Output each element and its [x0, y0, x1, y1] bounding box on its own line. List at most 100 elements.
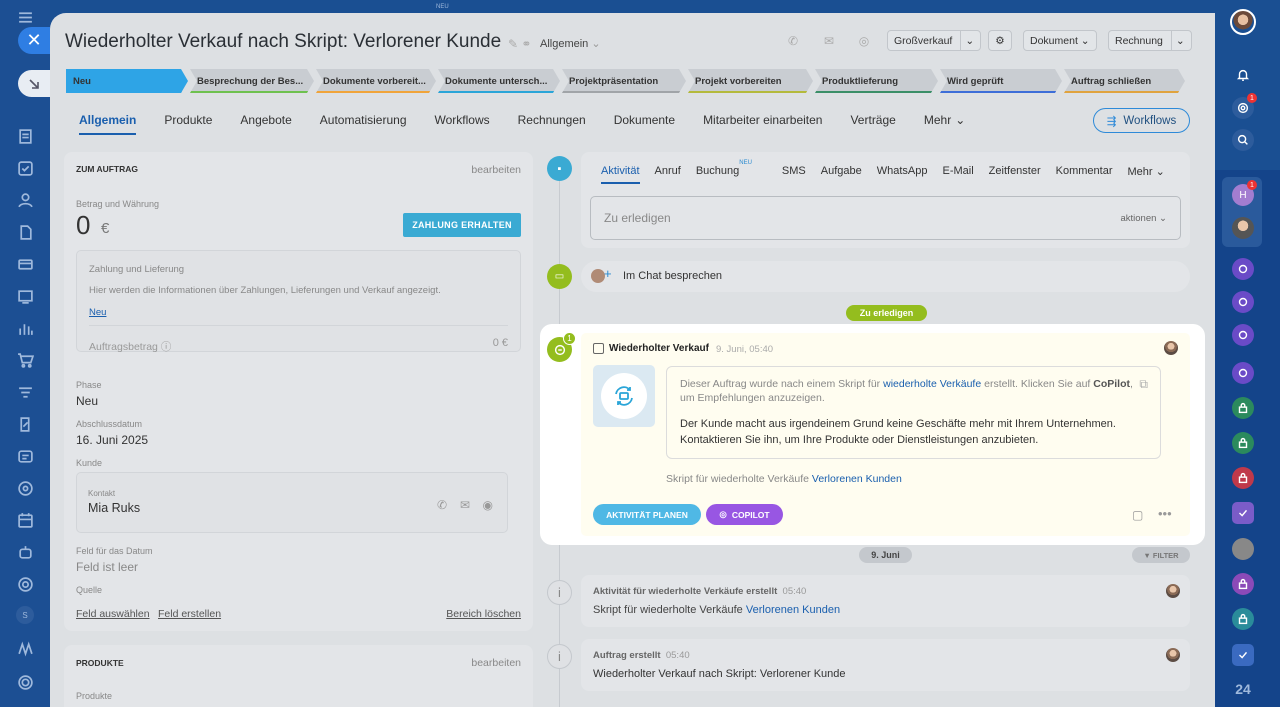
activity-tab-aktivität[interactable]: Aktivität — [601, 165, 640, 184]
market-icon[interactable] — [14, 637, 36, 659]
payments-icon[interactable] — [14, 253, 36, 275]
todo-actions[interactable]: aktionen ⌄ — [1120, 213, 1167, 224]
document-button[interactable]: Dokument ⌄ — [1023, 30, 1097, 51]
payment-new-link[interactable]: Neu — [89, 307, 106, 318]
chat-copilot-icon-1[interactable] — [1232, 258, 1254, 280]
activity-checkbox[interactable] — [593, 343, 604, 354]
tab-mitarbeiter-einarbeiten[interactable]: Mitarbeiter einarbeiten — [703, 113, 822, 135]
activity-tab-whatsapp[interactable]: WhatsApp — [877, 165, 928, 184]
drive-icon[interactable] — [14, 477, 36, 499]
activity-tab-aufgabe[interactable]: Aufgabe — [821, 165, 862, 184]
stage-8[interactable]: Wird geprüft — [940, 69, 1062, 93]
calendar-icon[interactable] — [14, 509, 36, 531]
activity-tab-buchung[interactable]: BuchungNEU — [696, 160, 767, 184]
mail-icon[interactable]: ✉ — [817, 30, 841, 51]
user-avatar[interactable] — [1230, 9, 1256, 35]
copy-icon[interactable]: ⧉ — [1139, 377, 1148, 392]
activity-tab-e-mail[interactable]: E-Mail — [943, 165, 974, 184]
chat-copilot-icon-4[interactable] — [1232, 362, 1254, 384]
tab-workflows[interactable]: Workflows — [435, 113, 490, 135]
chat-lock-icon-3[interactable] — [1232, 467, 1254, 489]
chat-check-icon-1[interactable] — [1232, 502, 1254, 524]
activity-tab-anruf[interactable]: Anruf — [655, 165, 681, 184]
repeat-sales-link[interactable]: wiederholte Verkäufe — [883, 378, 981, 390]
chat-lock-icon-4[interactable] — [1232, 573, 1254, 595]
edit-title-icon[interactable]: ✎ ⚭ — [508, 37, 531, 51]
chat-avatar-gray[interactable] — [1232, 538, 1254, 560]
tab-mehr[interactable]: Mehr — [924, 113, 951, 135]
user-badge[interactable]: S — [16, 606, 34, 624]
stage-2[interactable]: Besprechung der Bes... — [190, 69, 314, 93]
chat-copilot-icon-3[interactable] — [1232, 324, 1254, 346]
select-field-link[interactable]: Feld auswählen — [76, 608, 150, 620]
chat-avatar-user[interactable] — [1232, 217, 1254, 239]
tab-dokumente[interactable]: Dokumente — [614, 113, 675, 135]
todo-input[interactable]: Zu erledigen aktionen ⌄ — [590, 196, 1181, 240]
chat-copilot-icon-2[interactable] — [1232, 291, 1254, 313]
tab-angebote[interactable]: Angebote — [240, 113, 291, 135]
sign-icon[interactable] — [14, 413, 36, 435]
stage-7[interactable]: Produktlieferung — [815, 69, 938, 93]
contact-phone-icon[interactable]: ✆ — [437, 498, 447, 512]
stage-9[interactable]: Auftrag schließen — [1064, 69, 1185, 93]
activity-tab-mehr[interactable]: Mehr ⌄ — [1128, 165, 1165, 184]
tasks-icon[interactable] — [14, 157, 36, 179]
chat-lock-icon-5[interactable] — [1232, 608, 1254, 630]
settings-gear-button[interactable]: ⚙ — [988, 30, 1012, 51]
minimize-slider-button[interactable] — [18, 70, 50, 97]
analytics-icon[interactable] — [14, 317, 36, 339]
feed-icon[interactable] — [14, 125, 36, 147]
stage-6[interactable]: Projekt vorbereiten — [688, 69, 813, 93]
contact-center-icon[interactable] — [14, 285, 36, 307]
clear-section-link[interactable]: Bereich löschen — [446, 608, 521, 620]
stage-3[interactable]: Dokumente vorbereit... — [316, 69, 436, 93]
crm-icon[interactable] — [14, 189, 36, 211]
order-edit-link[interactable]: bearbeiten — [471, 164, 521, 176]
stage-1[interactable]: Neu — [66, 69, 188, 93]
products-edit-link[interactable]: bearbeiten — [471, 657, 521, 669]
filter-button[interactable]: ▼ FILTER — [1132, 547, 1190, 563]
menu-icon[interactable] — [14, 6, 36, 28]
contact-chat-icon[interactable]: ◉ — [483, 498, 493, 512]
category-select[interactable]: Allgemein ⌄ — [540, 37, 601, 50]
inventory-icon[interactable] — [14, 381, 36, 403]
tab-rechnungen[interactable]: Rechnungen — [518, 113, 586, 135]
counter-24[interactable]: 24 — [1232, 681, 1254, 699]
chat-lock-icon-1[interactable] — [1232, 397, 1254, 419]
script-link[interactable]: Verlorenen Kunden — [812, 473, 902, 485]
tab-verträge[interactable]: Verträge — [850, 113, 895, 135]
activity-tab-sms[interactable]: SMS — [782, 165, 806, 184]
stage-4[interactable]: Dokumente untersch... — [438, 69, 560, 93]
receive-payment-button[interactable]: ZAHLUNG ERHALTEN — [403, 213, 521, 237]
shop-icon[interactable] — [14, 349, 36, 371]
docs-icon[interactable] — [14, 221, 36, 243]
stage-5[interactable]: Projektpräsentation — [562, 69, 686, 93]
more-icon[interactable]: ••• — [1158, 506, 1172, 521]
activity-tab-zeitfenster[interactable]: Zeitfenster — [989, 165, 1041, 184]
history-item1-link[interactable]: Verlorenen Kunden — [746, 604, 840, 616]
create-field-link[interactable]: Feld erstellen — [158, 608, 221, 620]
notifications-icon[interactable] — [1232, 64, 1254, 86]
target-icon[interactable] — [14, 573, 36, 595]
bot-icon[interactable] — [14, 541, 36, 563]
tab-produkte[interactable]: Produkte — [164, 113, 212, 135]
search-icon[interactable] — [1232, 129, 1254, 151]
chat-lock-icon-2[interactable] — [1232, 432, 1254, 454]
tab-automatisierung[interactable]: Automatisierung — [320, 113, 407, 135]
copilot-button[interactable]: ◎ COPILOT — [706, 504, 783, 525]
invoice-button[interactable]: Rechnung ⌄ — [1108, 30, 1192, 51]
tab-allgemein[interactable]: Allgemein — [79, 113, 137, 135]
close-slider-button[interactable]: ✕ — [18, 27, 50, 54]
chat-icon[interactable]: ◎ — [852, 30, 876, 51]
note-icon[interactable]: ▢ — [1132, 508, 1143, 522]
pipeline-select[interactable]: Großverkauf ⌄ — [887, 30, 982, 51]
phone-icon[interactable]: ✆ — [781, 30, 805, 51]
settings-icon[interactable] — [14, 671, 36, 693]
messenger-icon[interactable] — [14, 445, 36, 467]
plan-activity-button[interactable]: AKTIVITÄT PLANEN — [593, 504, 701, 525]
contact-mail-icon[interactable]: ✉ — [460, 498, 470, 512]
contact-name[interactable]: Mia Ruks — [88, 501, 140, 515]
workflows-button[interactable]: ⇶ Workflows — [1093, 108, 1190, 133]
chat-discuss-row[interactable]: + Im Chat besprechen — [581, 261, 1190, 292]
activity-tab-kommentar[interactable]: Kommentar — [1056, 165, 1113, 184]
